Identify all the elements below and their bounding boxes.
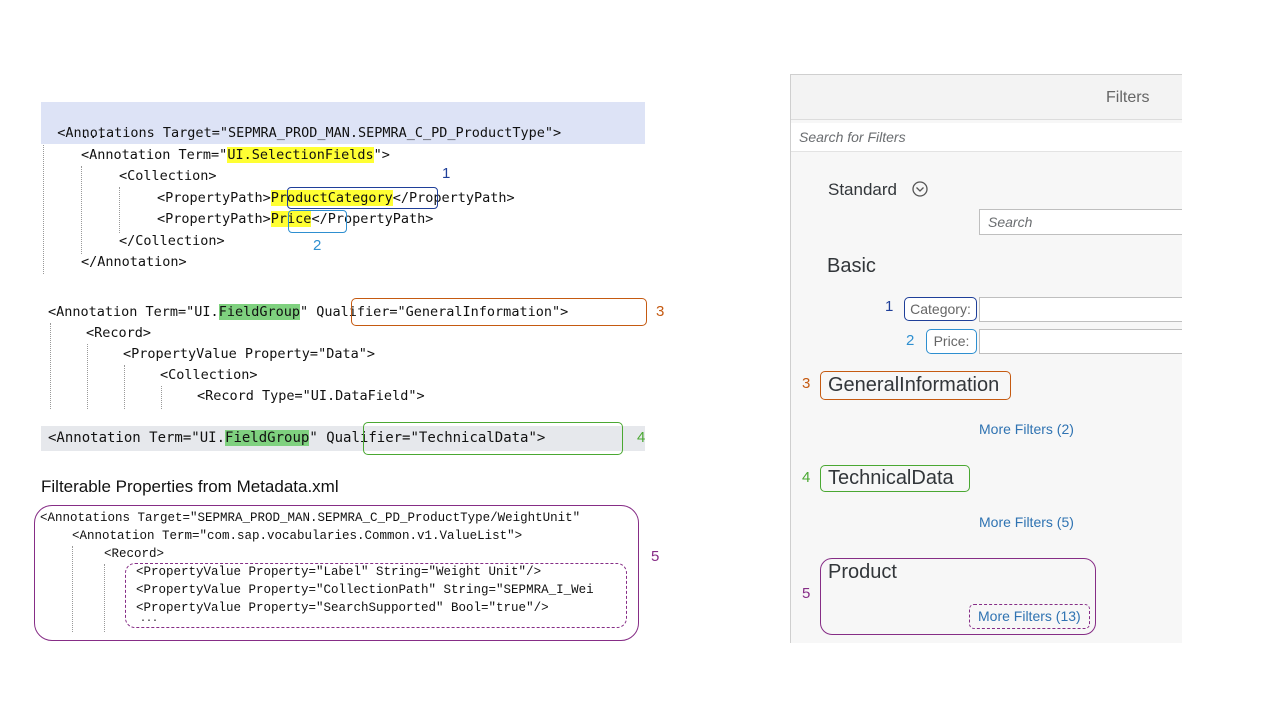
filter-panel: Filters Search for Filters Standard Sear…	[790, 74, 1182, 643]
code-text: <Annotation Term="UI.	[48, 430, 226, 446]
marker-number-3: 3	[656, 303, 665, 320]
filter-panel-header: Filters	[791, 75, 1182, 120]
code-line-searchsupported: <PropertyValue Property="SearchSupported…	[136, 601, 549, 615]
standard-search-input[interactable]: Search	[979, 209, 1182, 235]
marker-number-4: 4	[637, 429, 646, 446]
filter-panel-title: Filters	[1106, 89, 1150, 106]
group-title-basic: Basic	[827, 255, 876, 277]
group-box-general: GeneralInformation	[820, 371, 1011, 400]
highlight-fieldgroup-technical: FieldGroup	[225, 430, 310, 446]
code-line-annotation-close: </Annotation>	[81, 254, 187, 270]
marker-number-5-left: 5	[651, 548, 660, 565]
code-line-annotations-weightunit: <Annotations Target="SEPMRA_PROD_MAN.SEP…	[40, 511, 581, 525]
group-title-general: GeneralInformation	[828, 374, 1000, 396]
code-line-record-datafield: <Record Type="UI.DataField">	[197, 388, 425, 404]
code-line-record-meta: <Record>	[104, 547, 165, 561]
marker-number-1-right: 1	[885, 298, 894, 315]
code-text: "	[309, 430, 318, 446]
more-filters-technical-link[interactable]: More Filters (5)	[979, 514, 1074, 530]
code-line-property-data: <PropertyValue Property="Data">	[123, 346, 375, 362]
code-lines-properties: <PropertyValue Property="Label" String="…	[136, 563, 620, 629]
marker-box-price	[288, 210, 347, 233]
code-line-valuelist: <Annotation Term="com.sap.vocabularies.C…	[72, 529, 523, 543]
marker-number-3-right: 3	[802, 375, 811, 392]
code-text: "	[299, 304, 309, 320]
code-line-selection-fields: <Annotation Term="UI.SelectionFields">	[81, 145, 390, 166]
marker-number-4-right: 4	[802, 469, 811, 486]
marker-box-general	[351, 298, 647, 326]
code-line-collection: <Collection>	[160, 367, 258, 383]
more-filters-product-link[interactable]: More Filters (13)	[978, 608, 1081, 624]
marker-number-5-right: 5	[802, 585, 811, 602]
code-line-annotations-target: <Annotations Target="SEPMRA_PROD_MAN.SEP…	[41, 102, 645, 144]
price-label: Price:	[926, 329, 977, 354]
code-line-ellipsis: ...	[81, 126, 106, 142]
code-line-collection-close: </Collection>	[119, 233, 225, 249]
highlight-selection-fields: UI.SelectionFields	[227, 147, 374, 163]
code-text: <Annotation Term="	[81, 147, 228, 163]
marker-box-technical	[363, 422, 623, 455]
group-title-standard: Standard	[828, 180, 897, 199]
marker-box-category	[287, 187, 438, 209]
code-text: ">	[373, 147, 390, 163]
marker-number-2: 2	[313, 237, 322, 254]
code-line-collectionpath: <PropertyValue Property="CollectionPath"…	[136, 583, 594, 597]
category-input[interactable]	[979, 297, 1182, 322]
highlight-fieldgroup: FieldGroup	[218, 304, 300, 320]
price-input[interactable]	[979, 329, 1182, 354]
code-text: <PropertyPath>	[157, 190, 271, 206]
code-text: <Annotation Term="UI.	[48, 304, 219, 320]
code-line-ellipsis-meta: ...	[140, 614, 159, 625]
group-title-technical: TechnicalData	[828, 467, 954, 489]
more-filters-general-link[interactable]: More Filters (2)	[979, 421, 1074, 437]
code-text: <PropertyPath>	[157, 211, 271, 227]
category-label: Category:	[904, 297, 977, 321]
more-filters-product-box: More Filters (13)	[969, 604, 1090, 629]
metadata-caption: Filterable Properties from Metadata.xml	[41, 477, 339, 496]
group-box-technical: TechnicalData	[820, 465, 970, 492]
marker-number-1: 1	[442, 165, 451, 182]
group-title-product: Product	[828, 561, 897, 583]
group-box-product: Product More Filters (13)	[820, 558, 1096, 635]
search-filters-input[interactable]: Search for Filters	[791, 123, 1182, 152]
code-line-collection-open: <Collection>	[119, 168, 217, 184]
marker-number-2-right: 2	[906, 332, 915, 349]
code-line-record: <Record>	[86, 325, 152, 341]
code-line-label: <PropertyValue Property="Label" String="…	[136, 565, 542, 579]
search-filters-placeholder: Search for Filters	[799, 129, 906, 145]
standard-search-placeholder: Search	[988, 214, 1033, 230]
code-text: <Annotations Target="SEPMRA_PROD_MAN.SEP…	[57, 125, 562, 141]
chevron-down-icon[interactable]	[911, 180, 929, 198]
